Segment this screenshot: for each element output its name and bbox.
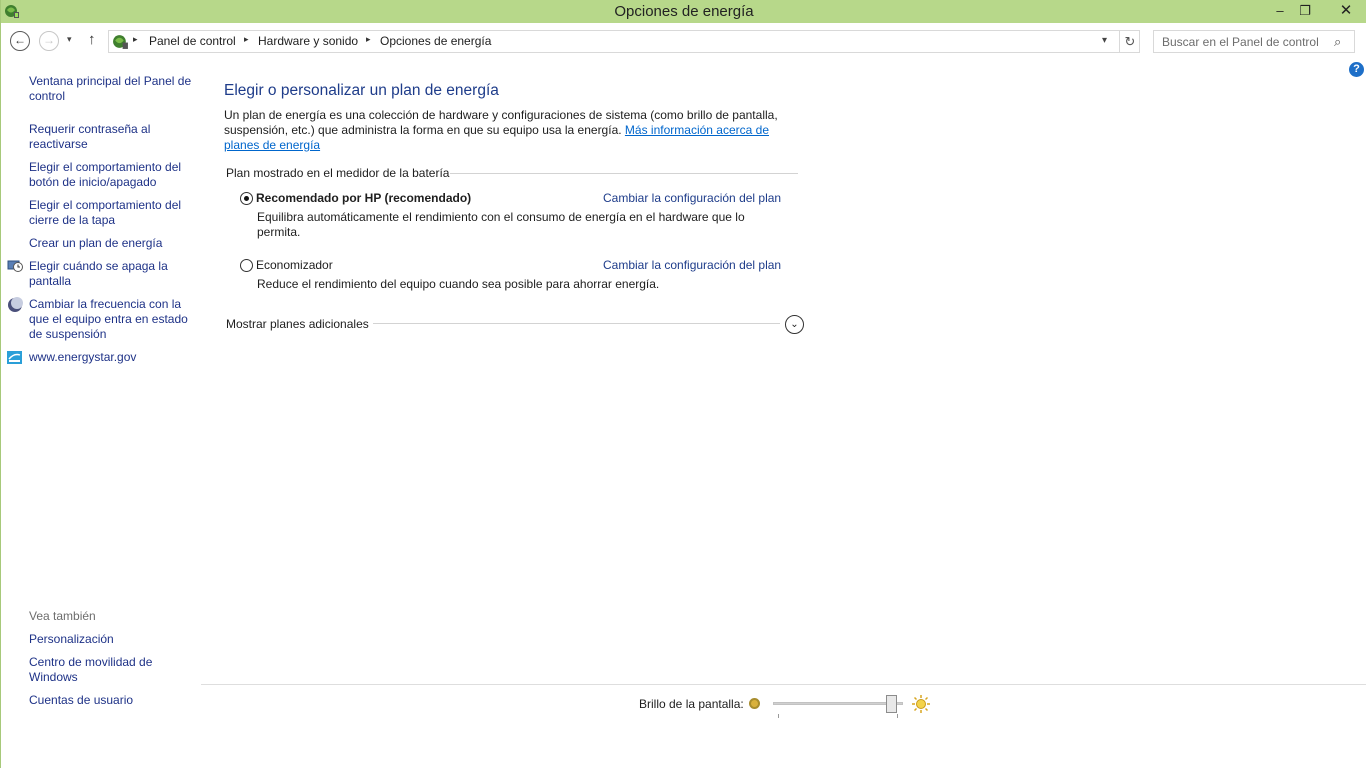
page-title: Elegir o personalizar un plan de energía [224, 82, 499, 99]
refresh-button[interactable]: ↻ [1119, 31, 1140, 52]
breadcrumb-separator-icon[interactable]: ▸ [133, 34, 138, 45]
help-icon[interactable]: ? [1349, 62, 1364, 77]
plan-description-recommended: Equilibra automáticamente el rendimiento… [257, 210, 745, 239]
close-button[interactable]: ✕ [1331, 0, 1361, 23]
link-control-panel-home[interactable]: Ventana principal del Panel de control [29, 74, 197, 104]
link-require-password[interactable]: Requerir contraseña al reactivarse [29, 122, 197, 152]
control-panel-icon [113, 35, 128, 49]
sleep-moon-icon [8, 297, 23, 312]
group-divider [450, 173, 798, 174]
battery-meter-group-header: Plan mostrado en el medidor de la baterí… [226, 166, 450, 180]
recent-locations-dropdown-icon[interactable]: ▾ [67, 34, 72, 45]
link-power-button-behavior[interactable]: Elegir el comportamiento del botón de in… [29, 160, 197, 190]
intro-text: Un plan de energía es una colección de h… [224, 108, 804, 153]
search-icon[interactable]: ⌕ [1334, 34, 1341, 50]
link-lid-behavior[interactable]: Elegir el comportamiento del cierre de l… [29, 198, 197, 228]
plan-name-economizer[interactable]: Economizador [256, 258, 333, 272]
dim-sun-icon [749, 698, 760, 709]
change-plan-settings-link-recommended[interactable]: Cambiar la configuración del plan [603, 191, 781, 205]
brightness-slider[interactable] [773, 702, 903, 705]
breadcrumb-separator-icon[interactable]: ▸ [244, 34, 249, 45]
up-button[interactable]: ↑ [88, 31, 96, 48]
maximize-button[interactable]: ❐ [1291, 0, 1319, 23]
bright-sun-icon [912, 695, 930, 713]
minimize-button[interactable]: – [1266, 0, 1294, 23]
plan-description-economizer: Reduce el rendimiento del equipo cuando … [257, 277, 660, 291]
breadcrumb-control-panel[interactable]: Panel de control [149, 34, 236, 48]
address-bar[interactable]: ▸ Panel de control ▸ Hardware y sonido ▸… [108, 30, 1140, 53]
bottom-divider [201, 684, 1366, 685]
link-sleep-frequency[interactable]: Cambiar la frecuencia con la que el equi… [29, 297, 197, 342]
title-bar: Opciones de energía – ❐ ✕ [1, 0, 1366, 23]
control-panel-window: Opciones de energía – ❐ ✕ ← → ▾ ↑ ▸ Pane… [0, 0, 1366, 768]
link-personalization[interactable]: Personalización [29, 632, 197, 647]
slider-tick-max [897, 714, 898, 718]
plan-radio-recommended[interactable] [240, 192, 253, 205]
change-plan-settings-link-economizer[interactable]: Cambiar la configuración del plan [603, 258, 781, 272]
see-also-header: Vea también [29, 609, 96, 623]
address-dropdown-icon[interactable]: ▾ [1102, 35, 1107, 46]
navigation-bar: ← → ▾ ↑ ▸ Panel de control ▸ Hardware y … [1, 23, 1366, 59]
link-user-accounts[interactable]: Cuentas de usuario [29, 693, 197, 708]
search-box[interactable]: ⌕ [1153, 30, 1355, 53]
brightness-slider-thumb[interactable] [886, 695, 898, 713]
link-mobility-center[interactable]: Centro de movilidad de Windows [29, 655, 197, 685]
link-create-power-plan[interactable]: Crear un plan de energía [29, 236, 197, 251]
display-timer-icon [7, 260, 23, 272]
additional-plans-divider [373, 323, 780, 324]
brightness-label: Brillo de la pantalla: [639, 697, 744, 711]
search-input[interactable] [1154, 31, 1332, 52]
plan-name-recommended[interactable]: Recomendado por HP (recomendado) [256, 191, 471, 205]
link-display-off[interactable]: Elegir cuándo se apaga la pantalla [29, 259, 197, 289]
show-additional-plans-label[interactable]: Mostrar planes adicionales [226, 317, 369, 331]
link-energystar[interactable]: www.energystar.gov [29, 350, 197, 365]
back-button[interactable]: ← [10, 31, 30, 51]
slider-tick-min [778, 714, 779, 718]
window-title: Opciones de energía [614, 3, 754, 20]
breadcrumb-power-options[interactable]: Opciones de energía [380, 34, 491, 48]
breadcrumb-hardware-sound[interactable]: Hardware y sonido [258, 34, 358, 48]
breadcrumb-separator-icon[interactable]: ▸ [366, 34, 371, 45]
expand-chevron-icon[interactable]: ⌄ [785, 315, 804, 334]
forward-button[interactable]: → [39, 31, 59, 51]
energy-star-icon [7, 351, 22, 364]
left-navigation-pane: Ventana principal del Panel de control R… [1, 59, 201, 768]
plan-radio-economizer[interactable] [240, 259, 253, 272]
